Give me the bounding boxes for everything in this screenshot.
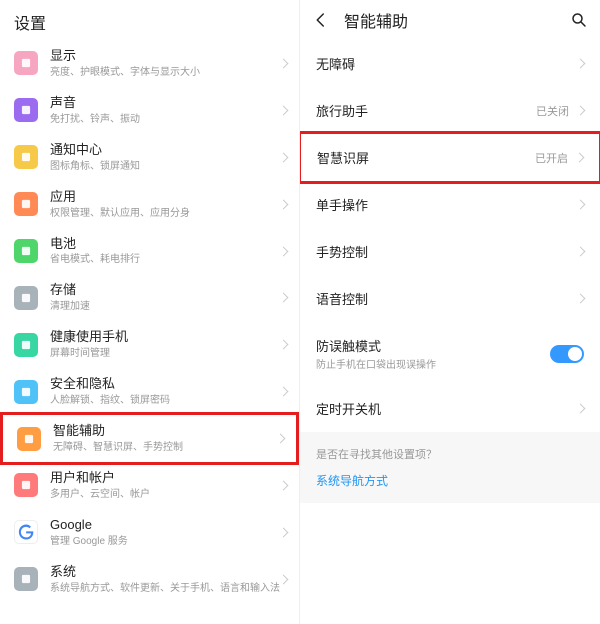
chevron-right-icon [279, 199, 289, 209]
setting-item-8[interactable]: 智能辅助无障碍、智慧识屏、手势控制 [0, 412, 299, 465]
assist-right-pane: 智能辅助 无障碍旅行助手已关闭智慧识屏已开启单手操作手势控制语音控制防误触模式防… [300, 0, 600, 624]
chevron-right-icon [576, 247, 586, 257]
notification-icon [14, 145, 38, 169]
right-item-title: 智慧识屏 [317, 148, 535, 167]
item-sub: 免打扰、铃声、振动 [50, 113, 280, 126]
sound-icon [14, 98, 38, 122]
right-item-title: 定时开关机 [316, 399, 577, 418]
item-title: 显示 [50, 48, 280, 65]
footer-link[interactable]: 系统导航方式 [316, 472, 584, 489]
item-title: 声音 [50, 95, 280, 112]
storage-icon [14, 286, 38, 310]
chevron-right-icon [279, 58, 289, 68]
item-sub: 系统导航方式、软件更新、关于手机、语言和输入法 [50, 582, 280, 595]
chevron-right-icon [279, 293, 289, 303]
item-title: 通知中心 [50, 142, 280, 159]
setting-item-6[interactable]: 健康使用手机屏幕时间管理 [0, 321, 299, 368]
search-icon[interactable] [570, 11, 588, 29]
system-icon [14, 567, 38, 591]
settings-left-pane: 设置 显示亮度、护眼模式、字体与显示大小声音免打扰、铃声、振动通知中心图标角标、… [0, 0, 300, 624]
chevron-right-icon [576, 200, 586, 210]
setting-item-1[interactable]: 声音免打扰、铃声、振动 [0, 87, 299, 134]
setting-item-5[interactable]: 存储清理加速 [0, 274, 299, 321]
user-icon [14, 473, 38, 497]
item-title: 电池 [50, 236, 280, 253]
right-item-status: 已关闭 [536, 103, 569, 119]
apps-icon [14, 192, 38, 216]
setting-item-9[interactable]: 用户和帐户多用户、云空间、帐户 [0, 462, 299, 509]
item-sub: 管理 Google 服务 [50, 535, 280, 548]
item-sub: 多用户、云空间、帐户 [50, 488, 280, 501]
setting-item-4[interactable]: 电池省电模式、耗电排行 [0, 228, 299, 275]
chevron-right-icon [279, 527, 289, 537]
assist-item-0[interactable]: 无障碍 [300, 40, 600, 87]
health-icon [14, 333, 38, 357]
battery-icon [14, 239, 38, 263]
item-title: 存储 [50, 282, 280, 299]
right-item-title: 防误触模式 [316, 336, 550, 355]
item-sub: 清理加速 [50, 300, 280, 313]
right-item-sub: 防止手机在口袋出现误操作 [316, 356, 550, 371]
right-item-title: 手势控制 [316, 242, 577, 261]
item-sub: 图标角标、锁屏通知 [50, 160, 280, 173]
item-title: 安全和隐私 [50, 376, 280, 393]
right-item-title: 语音控制 [316, 289, 577, 308]
right-item-status: 已开启 [535, 150, 568, 166]
chevron-right-icon [576, 404, 586, 414]
right-item-title: 无障碍 [316, 54, 577, 73]
settings-title: 设置 [0, 0, 299, 40]
item-title: 健康使用手机 [50, 329, 280, 346]
item-sub: 省电模式、耗电排行 [50, 253, 280, 266]
assist-item-1[interactable]: 旅行助手已关闭 [300, 87, 600, 134]
right-item-title: 旅行助手 [316, 101, 536, 120]
footer-section: 是否在寻找其他设置项？ 系统导航方式 [300, 432, 600, 503]
item-sub: 权限管理、默认应用、应用分身 [50, 207, 280, 220]
item-title: 用户和帐户 [50, 470, 280, 487]
setting-item-0[interactable]: 显示亮度、护眼模式、字体与显示大小 [0, 40, 299, 87]
chevron-right-icon [576, 106, 586, 116]
chevron-right-icon [276, 434, 286, 444]
google-icon [14, 520, 38, 544]
assist-icon [17, 427, 41, 451]
setting-item-2[interactable]: 通知中心图标角标、锁屏通知 [0, 134, 299, 181]
assist-title: 智能辅助 [344, 8, 408, 32]
assist-item-6[interactable]: 防误触模式防止手机在口袋出现误操作 [300, 322, 600, 385]
item-title: 应用 [50, 189, 280, 206]
assist-item-4[interactable]: 手势控制 [300, 228, 600, 275]
assist-item-7[interactable]: 定时开关机 [300, 385, 600, 432]
right-item-title: 单手操作 [316, 195, 577, 214]
toggle-switch[interactable] [550, 345, 584, 363]
footer-text: 是否在寻找其他设置项？ [316, 446, 584, 462]
setting-item-3[interactable]: 应用权限管理、默认应用、应用分身 [0, 181, 299, 228]
item-sub: 无障碍、智慧识屏、手势控制 [53, 441, 277, 454]
item-sub: 人脸解锁、指纹、锁屏密码 [50, 394, 280, 407]
chevron-right-icon [279, 574, 289, 584]
setting-item-7[interactable]: 安全和隐私人脸解锁、指纹、锁屏密码 [0, 368, 299, 415]
chevron-right-icon [279, 340, 289, 350]
assist-header: 智能辅助 [300, 0, 600, 40]
assist-item-5[interactable]: 语音控制 [300, 275, 600, 322]
item-title: 智能辅助 [53, 423, 277, 440]
security-icon [14, 380, 38, 404]
item-title: 系统 [50, 564, 280, 581]
chevron-right-icon [279, 246, 289, 256]
item-sub: 屏幕时间管理 [50, 347, 280, 360]
chevron-right-icon [576, 294, 586, 304]
chevron-right-icon [279, 105, 289, 115]
chevron-right-icon [279, 481, 289, 491]
chevron-right-icon [575, 153, 585, 163]
assist-item-2[interactable]: 智慧识屏已开启 [300, 131, 600, 184]
chevron-right-icon [576, 59, 586, 69]
assist-item-3[interactable]: 单手操作 [300, 181, 600, 228]
item-title: Google [50, 517, 280, 534]
chevron-right-icon [279, 387, 289, 397]
back-icon[interactable] [312, 11, 330, 29]
chevron-right-icon [279, 152, 289, 162]
setting-item-10[interactable]: Google管理 Google 服务 [0, 509, 299, 556]
setting-item-11[interactable]: 系统系统导航方式、软件更新、关于手机、语言和输入法 [0, 556, 299, 603]
display-icon [14, 51, 38, 75]
item-sub: 亮度、护眼模式、字体与显示大小 [50, 66, 280, 79]
